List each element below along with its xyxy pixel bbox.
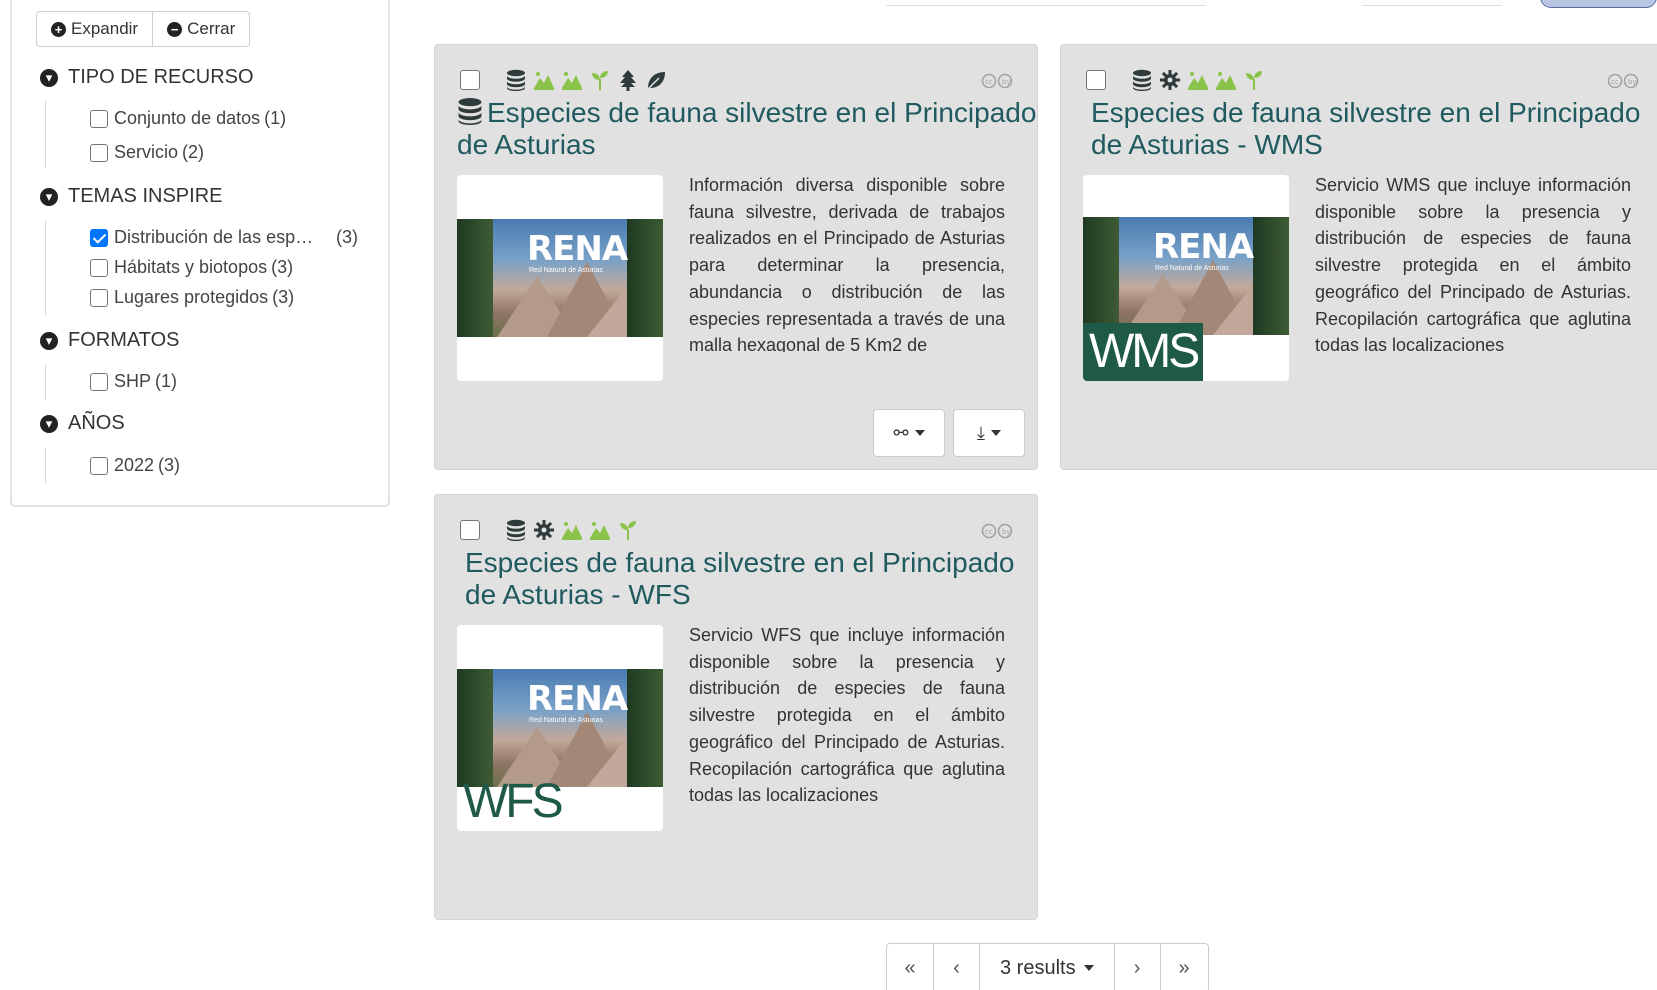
select-result-checkbox[interactable] [1086,70,1106,90]
database-icon [1131,69,1153,91]
result-title[interactable]: Especies de fauna silvestre en el Princi… [457,97,1037,161]
wfs-badge: WFS [463,775,564,828]
result-description: Información diversa disponible sobre fau… [689,175,1005,352]
sprout-icon [1243,69,1265,91]
landscape-icon [589,519,611,541]
facet-rail [45,220,46,316]
database-icon [457,97,483,125]
leaf-icon [645,69,667,91]
facet-item-distribucion-especies[interactable]: Distribución de las esp… (3) [90,227,358,248]
landscape-icon [533,69,555,91]
landscape-photo: RENA Red Natural de Asturias [457,669,663,787]
landscape-icon [1215,69,1237,91]
expand-button[interactable]: + Expandir [36,11,154,47]
chevron-down-circle-icon: ▾ [40,414,58,433]
facet-item-servicio[interactable]: Servicio (2) [90,142,204,163]
license-cc-icon [1607,73,1639,89]
database-icon [505,69,527,91]
facet-item-lugares-protegidos[interactable]: Lugares protegidos (3) [90,287,294,308]
sprout-icon [589,69,611,91]
minus-circle-icon: − [167,21,183,37]
landscape-icon [1187,69,1209,91]
result-title[interactable]: Especies de fauna silvestre en el Princi… [457,547,1037,611]
first-page-button[interactable]: « [886,943,934,990]
chevron-down-circle-icon: ▾ [40,68,58,87]
top-divider [1362,5,1502,6]
next-page-button[interactable]: › [1114,943,1161,990]
tree-icon [617,69,639,91]
result-thumbnail[interactable]: RENA Red Natural de Asturias [457,175,663,381]
landscape-photo: RENA Red Natural de Asturias [1083,217,1289,335]
caret-down-icon [914,430,925,436]
caret-down-icon [990,430,1001,436]
facet-panel: + Expandir − Cerrar ▾ TIPO DE RECURSO Co… [10,0,390,507]
facet-rail [45,448,46,484]
facet-checkbox[interactable] [90,456,108,475]
select-result-checkbox[interactable] [460,70,480,90]
facet-header-formatos[interactable]: ▾ FORMATOS [40,329,179,352]
facet-header-tipo-recurso[interactable]: ▾ TIPO DE RECURSO [40,66,254,89]
facet-rail [45,100,46,168]
topic-icons [505,519,639,541]
download-icon: ⤓ [977,422,985,443]
download-dropdown-button[interactable]: ⤓ [953,409,1025,457]
chevron-down-circle-icon: ▾ [40,187,58,206]
facet-checkbox[interactable] [90,288,108,307]
top-action-button[interactable] [1540,0,1657,8]
topic-icons [1131,69,1265,91]
result-card[interactable]: Especies de fauna silvestre en el Princi… [434,494,1038,920]
caret-down-icon [1083,965,1094,971]
result-card[interactable]: Especies de fauna silvestre en el Princi… [434,44,1038,470]
license-cc-icon [981,73,1013,89]
landscape-icon [561,519,583,541]
facet-item-conjunto-datos[interactable]: Conjunto de datos (1) [90,108,286,129]
facet-rail [45,364,46,400]
select-result-checkbox[interactable] [460,520,480,540]
landscape-icon [561,69,583,91]
facet-checkbox[interactable] [90,372,108,391]
facet-checkbox[interactable] [90,228,108,247]
result-thumbnail[interactable]: RENA Red Natural de Asturias WMS [1083,175,1289,381]
result-title[interactable]: Especies de fauna silvestre en el Princi… [1083,97,1657,161]
facet-checkbox[interactable] [90,258,108,277]
facet-checkbox[interactable] [90,143,108,162]
top-divider [886,5,1206,6]
prev-page-button[interactable]: ‹ [934,943,980,990]
facet-item-2022[interactable]: 2022 (3) [90,455,180,476]
result-description: Servicio WMS que incluye información dis… [1315,175,1631,352]
gear-icon [533,519,555,541]
license-cc-icon [981,523,1013,539]
database-icon [505,519,527,541]
sprout-icon [617,519,639,541]
facet-checkbox[interactable] [90,109,108,128]
last-page-button[interactable]: » [1160,943,1209,990]
gear-icon [1159,69,1181,91]
facet-header-temas-inspire[interactable]: ▾ TEMAS INSPIRE [40,185,222,208]
pagination: « ‹ 3 results › » [886,943,1209,990]
topic-icons [505,69,667,91]
plus-circle-icon: + [51,21,66,37]
result-thumbnail[interactable]: RENA Red Natural de Asturias WFS [457,625,663,831]
landscape-photo: RENA Red Natural de Asturias [457,219,663,337]
close-button[interactable]: − Cerrar [153,11,251,47]
facet-header-anos[interactable]: ▾ AÑOS [40,412,125,435]
results-per-page-dropdown[interactable]: 3 results [980,943,1115,990]
links-dropdown-button[interactable]: ⚯ [873,409,945,457]
chevron-down-circle-icon: ▾ [40,331,58,350]
expand-collapse-group: + Expandir − Cerrar [36,11,251,47]
wms-badge: WMS [1083,323,1204,381]
facet-item-habitats-biotopos[interactable]: Hábitats y biotopos (3) [90,257,293,278]
facet-item-shp[interactable]: SHP (1) [90,371,177,392]
link-icon: ⚯ [893,422,909,443]
result-card[interactable]: Especies de fauna silvestre en el Princi… [1060,44,1657,470]
result-description: Servicio WFS que incluye información dis… [689,625,1005,802]
